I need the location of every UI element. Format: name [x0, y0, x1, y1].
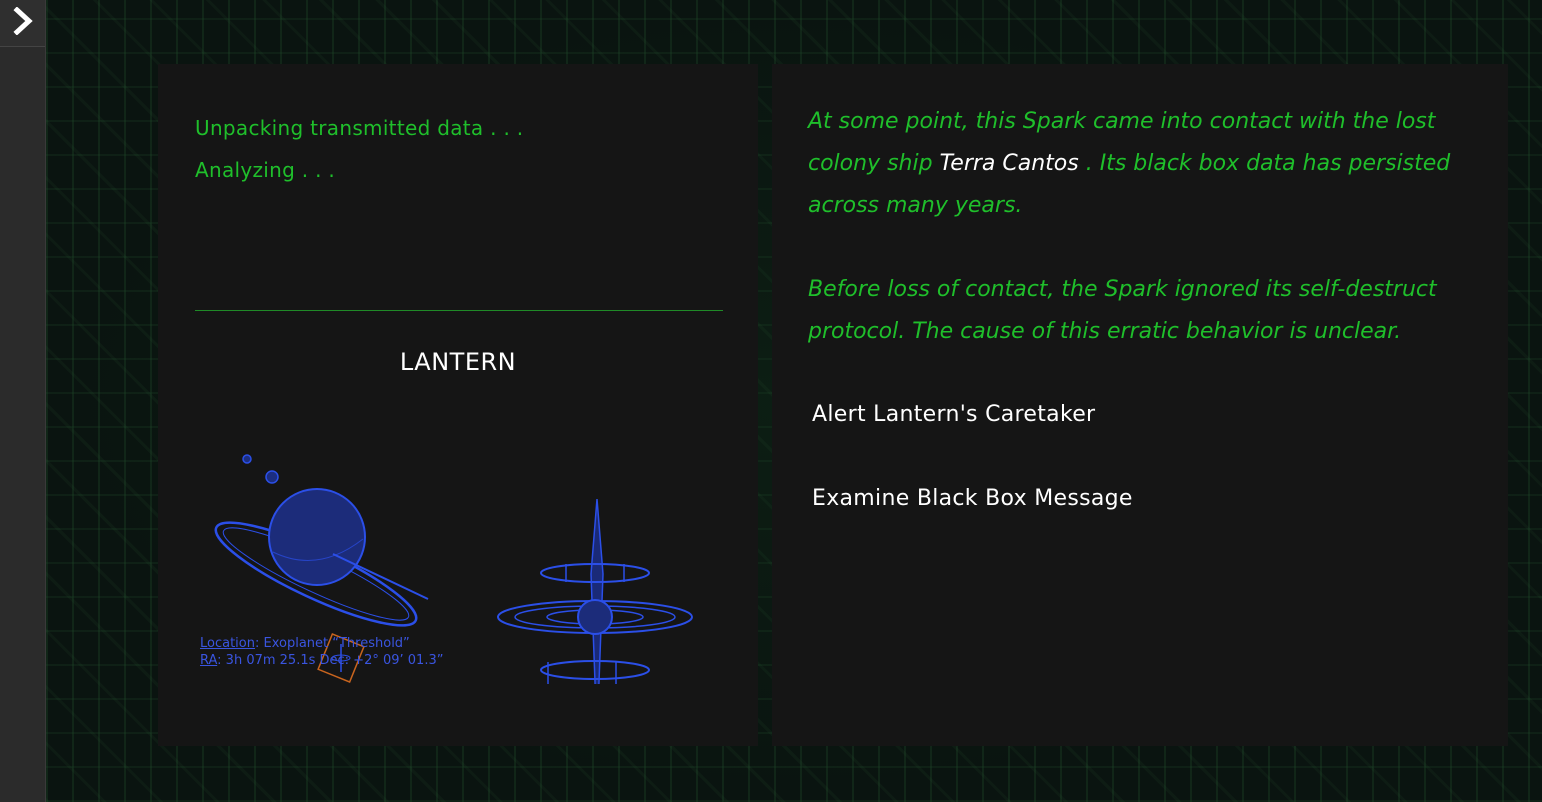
ra-value: : 3h 07m 25.1s Dec: +2° 09’ 01.3” — [217, 653, 444, 668]
coordinates-line: RA: 3h 07m 25.1s Dec: +2° 09’ 01.3” — [200, 653, 443, 668]
location-line: Location: Exoplanet “Threshold” — [200, 636, 410, 651]
location-value: : Exoplanet “Threshold” — [254, 636, 410, 651]
narrative-panel: At some point, this Spark came into cont… — [772, 64, 1508, 746]
analysis-panel: Unpacking transmitted data . . . Analyzi… — [158, 64, 758, 746]
ra-label: RA — [200, 653, 218, 668]
sidebar-strip — [0, 0, 46, 802]
sidebar-toggle-button[interactable] — [0, 0, 45, 47]
choice-alert-caretaker[interactable]: Alert Lantern's Caretaker — [812, 402, 1095, 427]
spark-name: LANTERN — [399, 348, 517, 376]
status-line-unpacking: Unpacking transmitted data . . . — [195, 116, 524, 140]
location-label: Location — [200, 636, 255, 651]
ringed-planet-icon — [214, 454, 429, 627]
chevron-right-icon — [12, 6, 34, 39]
status-line-analyzing: Analyzing . . . — [195, 158, 336, 182]
narrative-paragraph-protocol: Before loss of contact, the Spark ignore… — [808, 277, 1437, 344]
spark-emblem-icon — [497, 498, 693, 737]
narrative-paragraph-contact: At some point, this Spark came into cont… — [808, 101, 1468, 227]
divider — [195, 310, 723, 311]
choice-examine-black-box[interactable]: Examine Black Box Message — [812, 486, 1133, 511]
ship-name-highlight: Terra Cantos — [939, 151, 1079, 176]
